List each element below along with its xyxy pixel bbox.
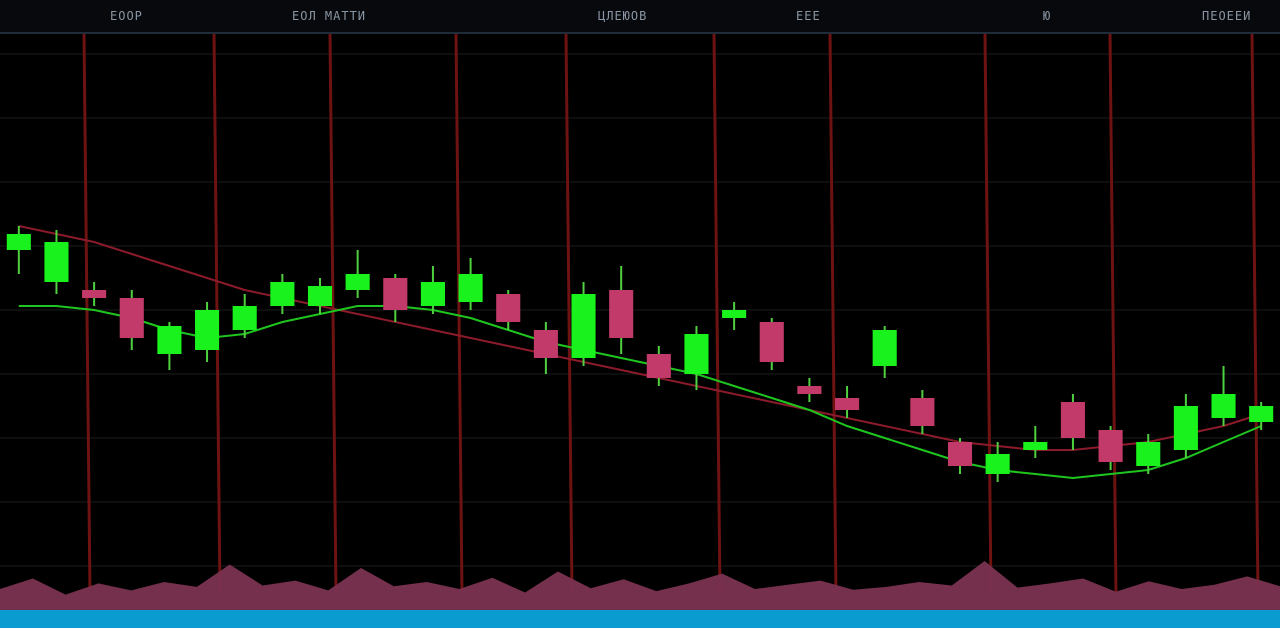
candle-body xyxy=(609,290,634,338)
candle-body xyxy=(1023,442,1048,450)
candle-body xyxy=(458,274,483,302)
toolbar-label-6[interactable]: ПЕОЕЕИ xyxy=(1202,9,1251,23)
candle-body xyxy=(1249,406,1274,422)
candle-body xyxy=(1136,442,1161,466)
candle-body xyxy=(947,442,973,466)
candle-body xyxy=(835,398,860,410)
volume-area xyxy=(0,561,1280,610)
toolbar-label-1[interactable]: ЕООР xyxy=(110,9,143,23)
candle-body xyxy=(270,282,295,306)
toolbar-label-2[interactable]: ЕОЛ МАТТИ xyxy=(292,9,366,23)
chart-svg xyxy=(0,34,1280,610)
price-chart[interactable] xyxy=(0,34,1280,610)
chart-toolbar: ЕООР ЕОЛ МАТТИ ЦЛЕЮОВ ЕЕЕ Ю ПЕОЕЕИ xyxy=(0,0,1280,34)
candle-body xyxy=(985,454,1010,474)
candle-body xyxy=(82,290,107,298)
toolbar-label-3[interactable]: ЦЛЕЮОВ xyxy=(598,9,647,23)
candle-body xyxy=(157,326,182,354)
candle-body xyxy=(195,310,220,350)
candle-body xyxy=(910,398,935,426)
candle-body xyxy=(1060,402,1085,438)
candle-body xyxy=(646,354,671,378)
toolbar-label-4[interactable]: ЕЕЕ xyxy=(796,9,821,23)
toolbar-label-5[interactable]: Ю xyxy=(1043,9,1051,23)
candle-body xyxy=(571,294,596,358)
candle-body xyxy=(1173,406,1198,450)
candle-body xyxy=(684,334,709,374)
candle-body xyxy=(345,274,370,290)
candle-body xyxy=(119,298,144,338)
candle-body xyxy=(1211,394,1236,418)
candle-body xyxy=(307,286,333,306)
candle-body xyxy=(44,242,69,282)
candle-body xyxy=(872,330,897,366)
candle-body xyxy=(797,386,822,394)
candle-body xyxy=(533,330,558,358)
candle-body xyxy=(6,234,31,250)
candle-body xyxy=(722,310,747,318)
candle-body xyxy=(759,322,784,362)
footer-strip xyxy=(0,610,1280,628)
candle-body xyxy=(232,306,257,330)
candle-body xyxy=(496,294,521,322)
candle-body xyxy=(383,278,408,310)
candle-body xyxy=(420,282,445,306)
candle-body xyxy=(1098,430,1123,462)
